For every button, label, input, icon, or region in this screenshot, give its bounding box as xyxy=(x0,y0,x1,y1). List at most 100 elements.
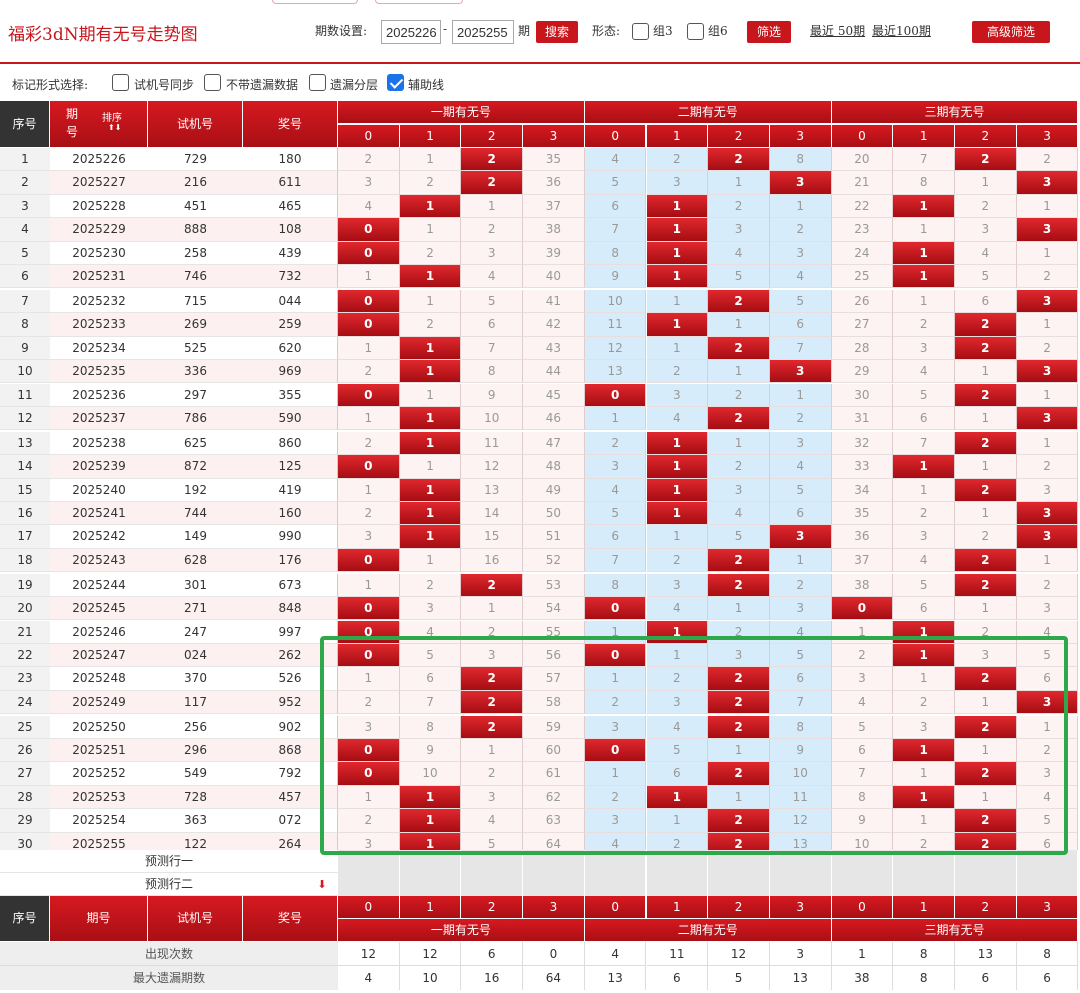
miss-cell: 52 xyxy=(523,548,585,573)
predict-row-1: 预测行一 xyxy=(0,850,338,873)
mark-options: 标记形式选择: 试机号同步 不带遗漏数据 遗漏分层 辅助线 xyxy=(0,66,1080,100)
max-miss: 4 xyxy=(338,966,400,990)
appear-count: 8 xyxy=(893,942,955,966)
miss-layer-checkbox[interactable] xyxy=(309,74,326,91)
row-seq: 18 xyxy=(0,548,50,573)
row-seq: 23 xyxy=(0,667,50,691)
digit-header: 0 xyxy=(831,124,894,147)
miss-cell: 6 xyxy=(461,313,524,337)
foot-prize-header: 奖号 xyxy=(243,896,338,941)
row-seq: 20 xyxy=(0,597,50,621)
miss-cell: 34 xyxy=(831,478,894,502)
miss-cell: 6 xyxy=(584,194,647,219)
hit-cell: 1 xyxy=(399,360,462,384)
row-issue: 2025226 xyxy=(50,148,148,172)
issue-label: 期数设置: xyxy=(315,24,368,38)
miss-cell: 5 xyxy=(955,265,1017,289)
miss-cell: 2 xyxy=(1016,455,1079,479)
advanced-filter-button[interactable]: 高级筛选 xyxy=(972,21,1050,43)
group-header: 一期有无号 xyxy=(338,101,585,123)
row-prize: 259 xyxy=(243,313,338,337)
row-test: 715 xyxy=(148,289,243,314)
row-seq: 28 xyxy=(0,785,50,810)
miss-cell: 5 xyxy=(584,171,647,195)
row-test: 625 xyxy=(148,431,243,456)
row-issue: 2025233 xyxy=(50,313,148,337)
row-test: 363 xyxy=(148,809,243,833)
miss-cell: 33 xyxy=(831,455,894,479)
miss-cell: 11 xyxy=(461,431,524,456)
hit-cell: 1 xyxy=(399,502,462,526)
row-test: 024 xyxy=(148,643,243,668)
miss-cell: 3 xyxy=(893,336,955,361)
sync-test-checkbox[interactable] xyxy=(112,74,129,91)
filter-button[interactable]: 筛选 xyxy=(747,21,791,43)
row-issue: 2025237 xyxy=(50,406,148,431)
issue-from-input[interactable] xyxy=(381,20,441,44)
miss-cell: 1 xyxy=(399,289,462,314)
row-seq: 25 xyxy=(0,715,50,739)
miss-cell: 3 xyxy=(1016,478,1079,502)
miss-cell: 1 xyxy=(399,548,462,573)
row-prize: 160 xyxy=(243,502,338,526)
row-test: 746 xyxy=(148,265,243,289)
miss-cell: 1 xyxy=(399,455,462,479)
miss-cell: 6 xyxy=(955,289,1017,314)
digit-header: 0 xyxy=(584,124,647,147)
row-seq: 22 xyxy=(0,643,50,668)
miss-cell: 1 xyxy=(646,525,709,549)
sort-arrows-icon[interactable]: ⬆⬇ xyxy=(108,123,121,132)
row-issue: 2025248 xyxy=(50,667,148,691)
miss-cell: 3 xyxy=(769,597,832,621)
search-button[interactable]: 搜索 xyxy=(536,21,578,43)
miss-cell: 30 xyxy=(831,383,894,407)
aux-line-checkbox[interactable] xyxy=(387,74,404,91)
miss-cell: 7 xyxy=(584,548,647,573)
miss-cell: 1 xyxy=(584,406,647,431)
miss-cell: 1 xyxy=(1016,241,1079,265)
miss-cell: 4 xyxy=(461,265,524,289)
group6-label: 组6 xyxy=(708,24,728,38)
miss-cell: 1 xyxy=(955,406,1017,431)
miss-cell: 8 xyxy=(893,171,955,195)
tab-stub xyxy=(375,0,463,4)
row-seq: 21 xyxy=(0,620,50,644)
hit-cell: 2 xyxy=(708,336,770,361)
sort-toggle[interactable]: 排序 xyxy=(102,109,122,124)
appear-count: 8 xyxy=(1016,942,1079,966)
miss-cell: 12 xyxy=(584,336,647,361)
miss-cell: 29 xyxy=(831,360,894,384)
hit-cell: 2 xyxy=(955,431,1017,456)
miss-cell: 5 xyxy=(461,289,524,314)
miss-cell: 2 xyxy=(338,148,400,172)
miss-cell: 2 xyxy=(338,431,400,456)
row-issue: 2025250 xyxy=(50,715,148,739)
group6-checkbox[interactable] xyxy=(687,23,704,40)
row-test: 370 xyxy=(148,667,243,691)
max-miss: 6 xyxy=(1016,966,1079,990)
miss-cell: 1 xyxy=(893,478,955,502)
row-prize: 673 xyxy=(243,573,338,598)
row-seq: 13 xyxy=(0,431,50,456)
miss-cell: 2 xyxy=(338,360,400,384)
recent-100-link[interactable]: 最近100期 xyxy=(872,22,931,39)
issue-to-input[interactable] xyxy=(452,20,514,44)
miss-cell: 2 xyxy=(338,502,400,526)
miss-cell: 21 xyxy=(831,171,894,195)
row-issue: 2025230 xyxy=(50,241,148,265)
hit-cell: 2 xyxy=(955,336,1017,361)
miss-cell: 51 xyxy=(523,525,585,549)
recent-50-link[interactable]: 最近 50期 xyxy=(810,22,865,39)
group3-checkbox[interactable] xyxy=(632,23,649,40)
hit-cell: 2 xyxy=(461,171,524,195)
miss-cell: 4 xyxy=(646,597,709,621)
miss-cell: 1 xyxy=(708,313,770,337)
no-miss-checkbox[interactable] xyxy=(204,74,221,91)
miss-cell: 5 xyxy=(893,573,955,598)
row-test: 258 xyxy=(148,241,243,265)
hit-cell: 1 xyxy=(399,406,462,431)
row-test: 786 xyxy=(148,406,243,431)
row-issue: 2025253 xyxy=(50,785,148,810)
miss-cell: 1 xyxy=(955,597,1017,621)
row-issue: 2025239 xyxy=(50,455,148,479)
